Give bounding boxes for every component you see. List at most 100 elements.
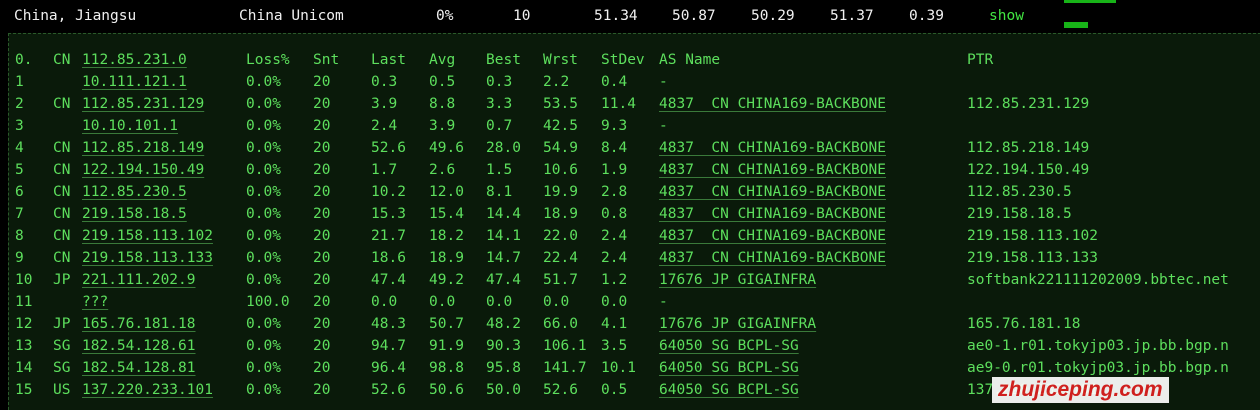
hop-loss: 0.0% — [246, 250, 281, 266]
show-toggle-link[interactable]: show — [989, 8, 1024, 24]
hop-country: SG — [53, 360, 71, 376]
hop-as-name[interactable]: 64050 SG BCPL-SG — [659, 357, 799, 379]
hop-stdev: 11.4 — [601, 96, 636, 112]
table-row: 1 10.111.121.1 0.0% 20 0.3 0.5 0.3 2.2 0.4 - — [9, 71, 1260, 93]
hop-as-name[interactable]: - — [659, 71, 668, 93]
table-row: 9 CN 219.158.113.133 0.0% 20 18.6 18.9 14.7 22.4… — [9, 247, 1260, 269]
table-row: 11??? 100.0 20 0.0 0.0 0.0 0.0 0.0 - — [9, 291, 1260, 313]
hop-host[interactable]: ??? — [82, 291, 108, 313]
hop-as-name[interactable]: 64050 SG BCPL-SG — [659, 379, 799, 401]
hop-worst: 106.1 — [543, 338, 587, 354]
hop-last: 15.3 — [371, 206, 406, 222]
hop-number: 11 — [15, 294, 33, 310]
summary-row: China, Jiangsu China Unicom 0% 10 51.34 … — [0, 0, 1260, 33]
header-best: Best — [486, 52, 521, 68]
hop-loss: 0.0% — [246, 74, 281, 90]
hop-host[interactable]: 112.85.230.5 — [82, 181, 187, 203]
hop-avg: 98.8 — [429, 360, 464, 376]
header-host: 112.85.231.0 — [82, 52, 187, 68]
hop-host[interactable]: 10.10.101.1 — [82, 115, 178, 137]
hop-country: CN — [53, 184, 71, 200]
hop-sent: 20 — [313, 184, 331, 200]
table-row: 2 CN 112.85.231.129 0.0% 20 3.9 8.8 3.3 53.5 11.4… — [9, 93, 1260, 115]
hop-host[interactable]: 221.111.202.9 — [82, 269, 196, 291]
hop-host[interactable]: 137.220.233.101 — [82, 379, 213, 401]
hop-ptr: softbank221111202009.bbtec.net — [967, 272, 1229, 288]
hop-country: CN — [53, 96, 71, 112]
hop-as-name[interactable]: 4837 CN CHINA169-BACKBONE — [659, 93, 886, 115]
hop-worst: 53.5 — [543, 96, 578, 112]
hop-loss: 0.0% — [246, 272, 281, 288]
hop-last: 96.4 — [371, 360, 406, 376]
hop-as-name[interactable]: - — [659, 115, 668, 137]
hop-avg: 8.8 — [429, 96, 456, 112]
hop-worst: 42.5 — [543, 118, 578, 134]
hop-host[interactable]: 219.158.113.102 — [82, 225, 213, 247]
site-watermark: zhujiceping.com — [992, 377, 1169, 403]
hop-host[interactable]: 112.85.231.129 — [82, 93, 204, 115]
hop-as-name[interactable]: 4837 CN CHINA169-BACKBONE — [659, 203, 886, 225]
hop-sent: 20 — [313, 118, 331, 134]
hop-host[interactable]: 182.54.128.81 — [82, 357, 196, 379]
hop-loss: 0.0% — [246, 118, 281, 134]
hop-as-name[interactable]: 4837 CN CHINA169-BACKBONE — [659, 181, 886, 203]
table-row: 5 CN 122.194.150.49 0.0% 20 1.7 2.6 1.5 10.6 1.9 4… — [9, 159, 1260, 181]
hop-as-name[interactable]: 4837 CN CHINA169-BACKBONE — [659, 159, 886, 181]
hop-country: CN — [53, 162, 71, 178]
hop-last: 48.3 — [371, 316, 406, 332]
hop-sent: 20 — [313, 250, 331, 266]
hop-sent: 20 — [313, 316, 331, 332]
hop-host[interactable]: 219.158.18.5 — [82, 203, 187, 225]
hop-host[interactable]: 112.85.218.149 — [82, 137, 204, 159]
header-wrst: Wrst — [543, 52, 578, 68]
hop-best: 0.3 — [486, 74, 513, 90]
hop-number: 12 — [15, 316, 33, 332]
hop-worst: 54.9 — [543, 140, 578, 156]
hop-loss: 0.0% — [246, 316, 281, 332]
hop-worst: 141.7 — [543, 360, 587, 376]
hop-as-name[interactable]: 4837 CN CHINA169-BACKBONE — [659, 225, 886, 247]
hop-host[interactable]: 10.111.121.1 — [82, 71, 187, 93]
hop-host[interactable]: 122.194.150.49 — [82, 159, 204, 181]
hop-host[interactable]: 219.158.113.133 — [82, 247, 213, 269]
hop-number: 8 — [15, 228, 24, 244]
table-row: 6 CN 112.85.230.5 0.0% 20 10.2 12.0 8.1 19.9 2.8 4… — [9, 181, 1260, 203]
hop-stdev: 10.1 — [601, 360, 636, 376]
hop-last: 0.3 — [371, 74, 398, 90]
summary-isp: China Unicom — [239, 8, 344, 24]
hop-loss: 100.0 — [246, 294, 290, 310]
hop-loss: 0.0% — [246, 382, 281, 398]
header-asname: AS Name — [659, 52, 721, 68]
hop-host[interactable]: 182.54.128.61 — [82, 335, 196, 357]
summary-location: China, Jiangsu — [14, 8, 137, 24]
hop-as-name[interactable]: 4837 CN CHINA169-BACKBONE — [659, 137, 886, 159]
header-snt: Snt — [313, 52, 340, 68]
hop-last: 3.9 — [371, 96, 398, 112]
hop-country: JP — [53, 272, 71, 288]
header-last: Last — [371, 52, 406, 68]
header-ptr: PTR — [967, 52, 994, 68]
hop-last: 21.7 — [371, 228, 406, 244]
hop-sent: 20 — [313, 140, 331, 156]
hop-loss: 0.0% — [246, 360, 281, 376]
hop-last: 94.7 — [371, 338, 406, 354]
hop-best: 14.1 — [486, 228, 521, 244]
header-stdev: StDev — [601, 52, 645, 68]
table-row: 7 CN 219.158.18.5 0.0% 20 15.3 15.4 14.4 18.9 0.8… — [9, 203, 1260, 225]
header-num: 0. — [15, 52, 33, 68]
hop-as-name[interactable]: - — [659, 291, 668, 313]
hop-stdev: 8.4 — [601, 140, 628, 156]
hop-last: 2.4 — [371, 118, 398, 134]
table-row: 8 CN 219.158.113.102 0.0% 20 21.7 18.2 14.1 22.0… — [9, 225, 1260, 247]
hop-loss: 0.0% — [246, 338, 281, 354]
hop-ptr: 112.85.230.5 — [967, 184, 1072, 200]
table-row: 4 CN 112.85.218.149 0.0% 20 52.6 49.6 28.0 54.9 8… — [9, 137, 1260, 159]
hop-as-name[interactable]: 64050 SG BCPL-SG — [659, 335, 799, 357]
hop-host[interactable]: 165.76.181.18 — [82, 313, 196, 335]
hop-stdev: 2.8 — [601, 184, 628, 200]
hop-as-name[interactable]: 17676 JP GIGAINFRA — [659, 269, 816, 291]
hop-sent: 20 — [313, 206, 331, 222]
hop-as-name[interactable]: 17676 JP GIGAINFRA — [659, 313, 816, 335]
hop-stdev: 0.8 — [601, 206, 628, 222]
hop-as-name[interactable]: 4837 CN CHINA169-BACKBONE — [659, 247, 886, 269]
